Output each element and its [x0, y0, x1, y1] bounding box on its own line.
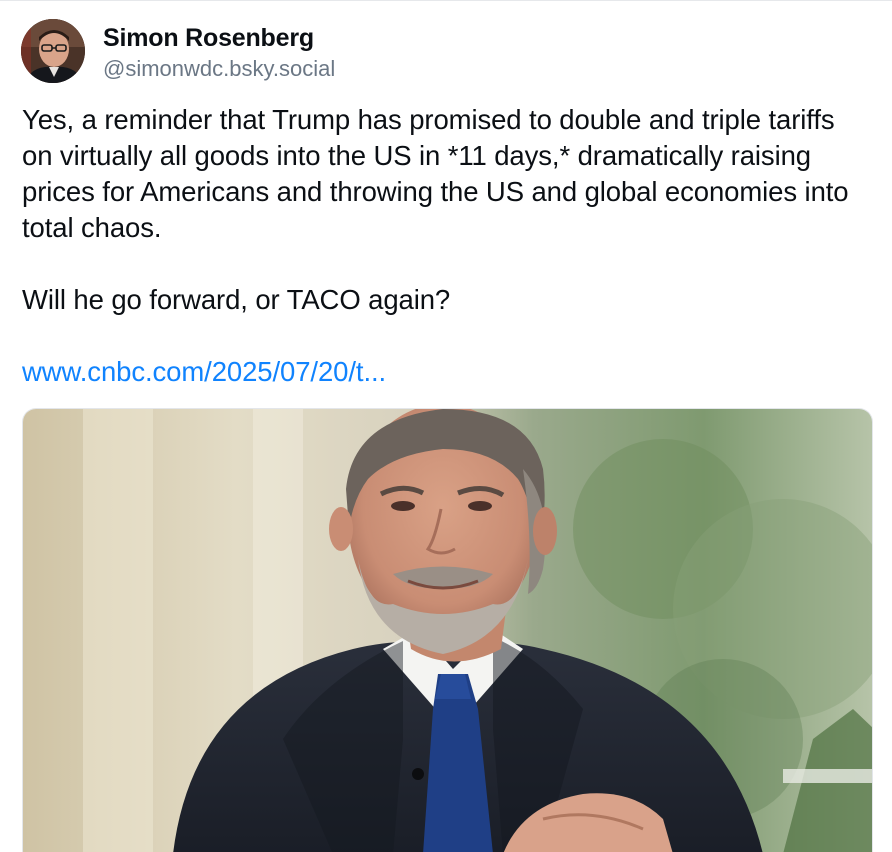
post-link[interactable]: www.cnbc.com/2025/07/20/t... [22, 354, 386, 390]
post-image[interactable] [22, 408, 873, 852]
post-text-paragraph-2: Will he go forward, or TACO again? [22, 284, 451, 315]
image-photo-icon [23, 409, 872, 852]
author-handle[interactable]: @simonwdc.bsky.social [103, 55, 335, 83]
post-body: Yes, a reminder that Trump has promised … [22, 102, 872, 390]
author-display-name[interactable]: Simon Rosenberg [103, 23, 335, 53]
post-text-paragraph-1: Yes, a reminder that Trump has promised … [22, 104, 849, 243]
avatar[interactable] [21, 19, 85, 83]
author-info[interactable]: Simon Rosenberg @simonwdc.bsky.social [103, 23, 335, 83]
post-card[interactable]: Simon Rosenberg @simonwdc.bsky.social Ye… [0, 0, 892, 852]
avatar-photo-icon [21, 19, 85, 83]
